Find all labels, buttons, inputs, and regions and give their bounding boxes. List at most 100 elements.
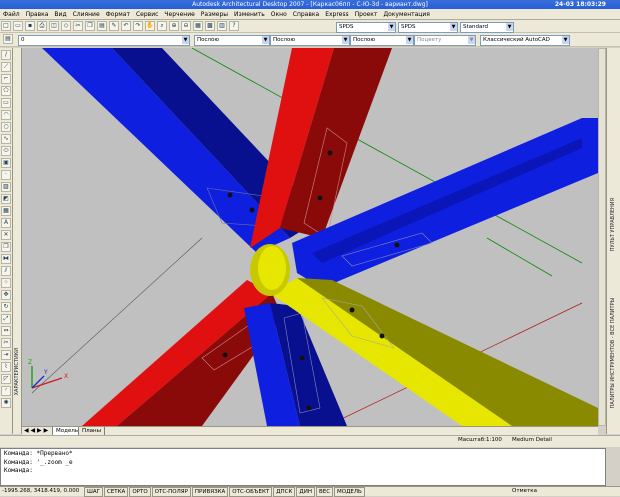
preview-icon[interactable]: ◫: [49, 21, 59, 31]
menu-draw[interactable]: Черчение: [161, 9, 197, 20]
copy-obj-icon[interactable]: ❐: [1, 242, 11, 252]
block-icon[interactable]: ▣: [1, 158, 11, 168]
ellipse-icon[interactable]: ⬭: [1, 146, 11, 156]
textstyle-select[interactable]: SPDS ▼: [336, 22, 396, 33]
properties-palette[interactable]: ХАРАКТЕРИСТИКИ: [12, 48, 22, 434]
bolt: [327, 150, 333, 156]
arc-icon[interactable]: ◠: [1, 110, 11, 120]
status-bar: -1995.268, 3418.419, 0.000 ШАГ СЕТКА ОРТО О…: [0, 486, 620, 497]
drawing-status-bar: Масштаб: 1:100 Medium Detail: [0, 435, 620, 447]
polygon-icon[interactable]: ⬠: [1, 86, 11, 96]
menu-tools[interactable]: Сервис: [133, 9, 161, 20]
menu-modify[interactable]: Изменить: [231, 9, 268, 20]
svg-text:Z: Z: [28, 359, 32, 366]
menu-express[interactable]: Express: [322, 9, 351, 20]
dimstyle-select[interactable]: SPDS ▼: [398, 22, 458, 33]
scale-icon[interactable]: ⤢: [1, 314, 11, 324]
chamfer-icon[interactable]: ◸: [1, 374, 11, 384]
detail-level[interactable]: Medium Detail: [512, 437, 552, 443]
save-icon[interactable]: ▪: [25, 21, 35, 31]
dashboard-palette-label[interactable]: ПУЛЬТ УПРАВЛЕНИЯ: [610, 198, 616, 251]
undo-icon[interactable]: ↶: [121, 21, 131, 31]
fillet-icon[interactable]: ◜: [1, 386, 11, 396]
help-icon[interactable]: ?: [229, 21, 239, 31]
menu-project[interactable]: Проект: [352, 9, 381, 20]
command-line[interactable]: Команда: *Прервано* Команда: '_.zoom _e …: [0, 448, 606, 486]
spline-icon[interactable]: ∿: [1, 134, 11, 144]
move-icon[interactable]: ✥: [1, 290, 11, 300]
linetype-select[interactable]: Послою ▼: [270, 35, 350, 46]
break-icon[interactable]: ⌇: [1, 362, 11, 372]
xline-icon[interactable]: ⟋: [1, 62, 11, 72]
designcenter-icon[interactable]: ▩: [205, 21, 215, 31]
publish-icon[interactable]: ◇: [61, 21, 71, 31]
coordinates-readout[interactable]: -1995.268, 3418.419, 0.000: [0, 487, 81, 495]
zoom-window-icon[interactable]: ⊕: [169, 21, 179, 31]
lineweight-select[interactable]: Послою ▼: [350, 35, 414, 46]
mtext-icon[interactable]: A: [1, 218, 11, 228]
vertical-scrollbar[interactable]: [598, 48, 606, 426]
menu-view[interactable]: Вид: [51, 9, 69, 20]
redo-icon[interactable]: ↷: [133, 21, 143, 31]
bolt: [349, 307, 355, 313]
circle-icon[interactable]: ○: [1, 122, 11, 132]
offset-icon[interactable]: ⫽: [1, 266, 11, 276]
layer-select[interactable]: 0 ▼: [18, 35, 190, 46]
tool-palettes-label[interactable]: ПАЛИТРЫ ИНСТРУМЕНТОВ - ВСЕ ПАЛИТРЫ: [610, 298, 616, 408]
drawing-canvas[interactable]: Z X Y: [22, 48, 598, 426]
drawing-viewport[interactable]: Z X Y: [22, 48, 598, 426]
paste-icon[interactable]: ▤: [97, 21, 107, 31]
svg-text:Y: Y: [43, 369, 48, 376]
point-icon[interactable]: ·: [1, 170, 11, 180]
menu-edit[interactable]: Правка: [23, 9, 52, 20]
match-icon[interactable]: ✎: [109, 21, 119, 31]
menu-merge[interactable]: Слияние: [70, 9, 103, 20]
scale-label: Масштаб:: [458, 437, 486, 443]
command-prompt[interactable]: Команда:: [4, 467, 602, 476]
menu-format[interactable]: Формат: [103, 9, 133, 20]
extend-icon[interactable]: ⇥: [1, 350, 11, 360]
menu-help[interactable]: Справка: [290, 9, 322, 20]
copy-icon[interactable]: ❐: [85, 21, 95, 31]
rectangle-icon[interactable]: ▭: [1, 98, 11, 108]
array-icon[interactable]: ⁘: [1, 278, 11, 288]
menu-file[interactable]: Файл: [0, 9, 23, 20]
bolt: [249, 207, 255, 213]
erase-icon[interactable]: ✕: [1, 230, 11, 240]
clock: 24-03 18:03:29: [554, 1, 606, 8]
open-icon[interactable]: ▭: [13, 21, 23, 31]
chevron-down-icon: ▼: [388, 23, 395, 31]
color-select[interactable]: Послою ▼: [194, 35, 270, 46]
rotate-icon[interactable]: ↻: [1, 302, 11, 312]
tablestyle-select[interactable]: Standard ▼: [460, 22, 514, 33]
layers-toolbar: ▤ 0 ▼ Послою ▼ Послою ▼ Послою ▼ Поцвету ▼ Кл…: [0, 33, 620, 47]
layer-manager-icon[interactable]: ▤: [3, 34, 13, 44]
menu-dimensions[interactable]: Размеры: [198, 9, 231, 20]
bolt: [317, 195, 323, 201]
explode-icon[interactable]: ✺: [1, 398, 11, 408]
table-icon[interactable]: ▦: [1, 206, 11, 216]
command-history-line: Команда: '_.zoom _e: [4, 458, 73, 466]
mirror-icon[interactable]: ⧓: [1, 254, 11, 264]
pan-icon[interactable]: ✋: [145, 21, 155, 31]
scale-value[interactable]: 1:100: [486, 437, 502, 443]
svg-text:X: X: [64, 373, 68, 380]
stretch-icon[interactable]: ⇔: [1, 326, 11, 336]
menu-documentation[interactable]: Документация: [380, 9, 432, 20]
menu-window[interactable]: Окно: [268, 9, 290, 20]
line-icon[interactable]: /: [1, 50, 11, 60]
toolpalette-icon[interactable]: ▥: [217, 21, 227, 31]
hatch-icon[interactable]: ▨: [1, 182, 11, 192]
new-icon[interactable]: □: [1, 21, 11, 31]
zoom-icon[interactable]: ⌕: [157, 21, 167, 31]
zoom-prev-icon[interactable]: ⊖: [181, 21, 191, 31]
properties-icon[interactable]: ▦: [193, 21, 203, 31]
tab-nav-arrows[interactable]: ◀ ◀ ▶ ▶: [24, 427, 48, 435]
region-icon[interactable]: ◩: [1, 194, 11, 204]
blue-beam-right-top: [312, 138, 582, 263]
trim-icon[interactable]: ✂: [1, 338, 11, 348]
cut-icon[interactable]: ✂: [73, 21, 83, 31]
polyline-icon[interactable]: ⌐: [1, 74, 11, 84]
plot-icon[interactable]: ⎙: [37, 21, 47, 31]
workspace-select[interactable]: Классический AutoCAD ▼: [480, 35, 570, 46]
